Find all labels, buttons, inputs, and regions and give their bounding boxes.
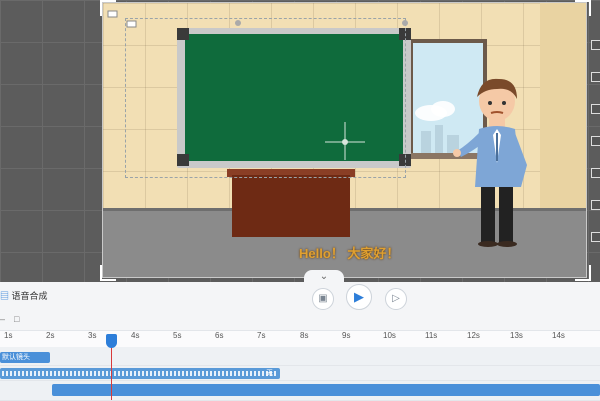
ruler-tick: 3s xyxy=(88,331,97,340)
ruler-tick: 7s xyxy=(257,331,266,340)
waveform xyxy=(2,371,278,376)
tts-label: 语音合成 xyxy=(11,291,48,301)
tts-button[interactable]: ▤ 语音合成 xyxy=(0,289,48,302)
ruler-tick: 2s xyxy=(46,331,55,340)
play-icon: ▶ xyxy=(354,289,364,304)
preview-icon: ▷ xyxy=(392,293,400,304)
playback-bar xyxy=(0,282,600,312)
anchor-point-icon[interactable] xyxy=(235,20,241,26)
camera-clip[interactable]: 默认镜头 xyxy=(0,352,50,363)
anchor-point-icon[interactable] xyxy=(402,20,408,26)
ruler-tick: 1s xyxy=(4,331,13,340)
ruler-tick: 13s xyxy=(510,331,523,340)
side-tool-icon[interactable] xyxy=(591,40,600,50)
ruler-tick: 14s xyxy=(552,331,565,340)
chevron-down-icon: ⌄ xyxy=(319,271,329,282)
side-tool-icon[interactable] xyxy=(591,200,600,210)
resize-handle-bottom-right[interactable] xyxy=(575,265,591,281)
playhead-handle[interactable] xyxy=(106,334,117,348)
ruler-tick: 6s xyxy=(215,331,224,340)
camera-indicator-icon[interactable] xyxy=(107,9,151,29)
copy-icon[interactable]: □ xyxy=(14,314,19,324)
resize-handle-top-right[interactable] xyxy=(575,0,591,16)
audio-clip-label: 无 xyxy=(266,370,273,377)
side-tool-icon[interactable] xyxy=(591,104,600,114)
audio-clip[interactable] xyxy=(0,368,280,379)
minus-icon[interactable]: – xyxy=(0,314,5,324)
resize-handle-bottom-left[interactable] xyxy=(100,265,116,281)
ruler-tick: 10s xyxy=(383,331,396,340)
side-tool-icon[interactable] xyxy=(591,136,600,146)
camera-clip-label: 默认镜头 xyxy=(2,354,30,361)
side-tool-icon[interactable] xyxy=(591,72,600,82)
ruler-tick: 8s xyxy=(300,331,309,340)
ruler-tick: 5s xyxy=(173,331,182,340)
subtitle-clip[interactable] xyxy=(52,384,600,396)
side-tool-icon[interactable] xyxy=(591,232,600,242)
ruler-tick: 11s xyxy=(425,331,438,340)
timeline-ruler[interactable]: 1s 2s 3s 4s 5s 6s 7s 8s 9s 10s 11s 12s 1… xyxy=(0,330,600,348)
tts-icon: ▤ xyxy=(0,291,10,301)
ruler-tick: 9s xyxy=(342,331,351,340)
preview-button[interactable]: ▷ xyxy=(385,288,407,310)
ruler-tick: 4s xyxy=(131,331,140,340)
capture-button[interactable]: ▣ xyxy=(312,288,334,310)
side-tool-icon[interactable] xyxy=(591,168,600,178)
canvas-selection-box xyxy=(102,2,587,278)
playhead-line xyxy=(111,346,112,400)
camera-track[interactable] xyxy=(0,347,600,366)
capture-icon: ▣ xyxy=(318,293,328,304)
ruler-tick: 12s xyxy=(467,331,480,340)
timeline-toolbar: – □ xyxy=(0,314,600,328)
play-button[interactable]: ▶ xyxy=(346,284,372,310)
